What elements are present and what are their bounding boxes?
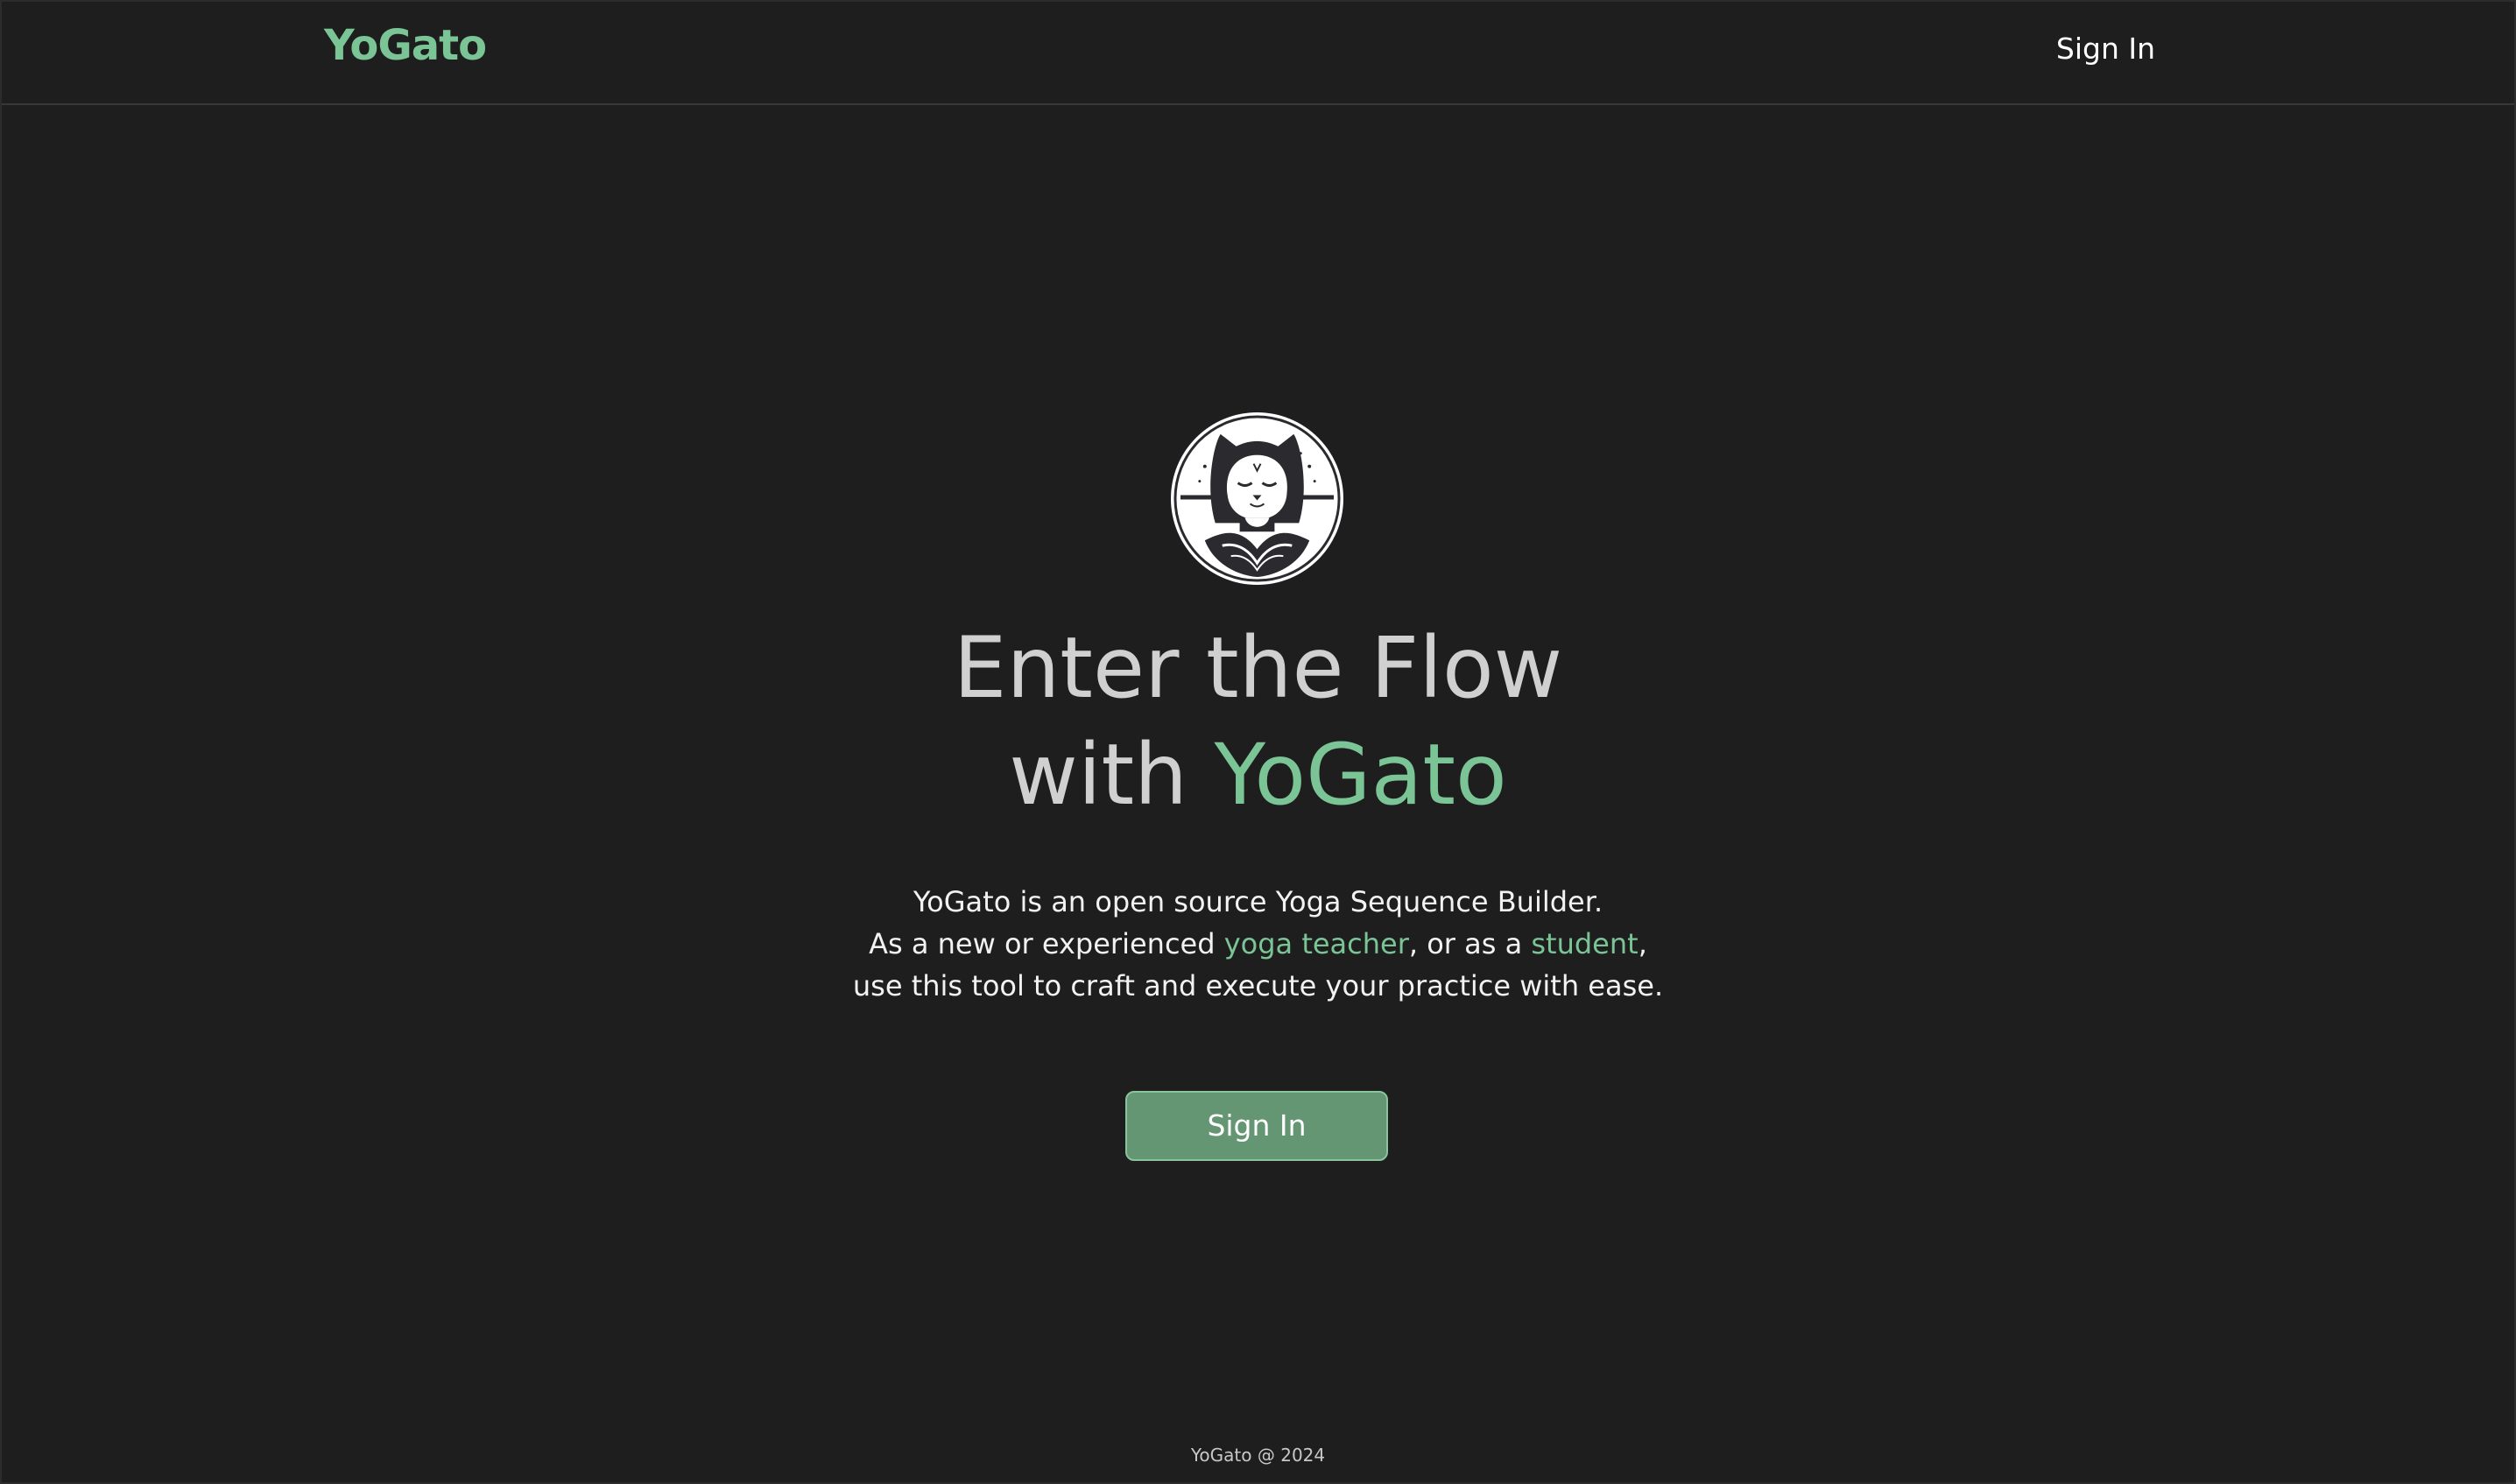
description-line-2-end: , xyxy=(1638,927,1647,960)
nav-sign-in-link[interactable]: Sign In xyxy=(2056,32,2155,66)
student-link[interactable]: student xyxy=(1531,927,1638,960)
hero-description: YoGato is an open source Yoga Sequence B… xyxy=(2,881,2514,1007)
app-window: YoGato Sign In Enter the Flow with YoGat… xyxy=(0,0,2516,1484)
description-line-3: use this tool to craft and execute your … xyxy=(852,969,1664,1002)
meditating-cat-logo-icon xyxy=(1170,411,1344,586)
description-line-2-start: As a new or experienced xyxy=(869,927,1216,960)
footer: YoGato @ 2024 xyxy=(2,1445,2514,1466)
headline-brand: YoGato xyxy=(1214,726,1507,824)
hero-headline: Enter the Flow with YoGato xyxy=(2,615,2514,828)
sign-in-button[interactable]: Sign In xyxy=(1125,1091,1388,1161)
footer-copyright: YoGato @ 2024 xyxy=(1190,1445,1326,1466)
top-navbar: YoGato Sign In xyxy=(2,2,2514,105)
description-line-2-middle: , or as a xyxy=(1408,927,1523,960)
brand-logo-link[interactable]: YoGato xyxy=(324,21,487,70)
headline-line-1: Enter the Flow xyxy=(953,619,1563,717)
yoga-teacher-link[interactable]: yoga teacher xyxy=(1224,927,1409,960)
headline-with: with xyxy=(1009,726,1188,824)
description-line-1: YoGato is an open source Yoga Sequence B… xyxy=(913,885,1603,918)
